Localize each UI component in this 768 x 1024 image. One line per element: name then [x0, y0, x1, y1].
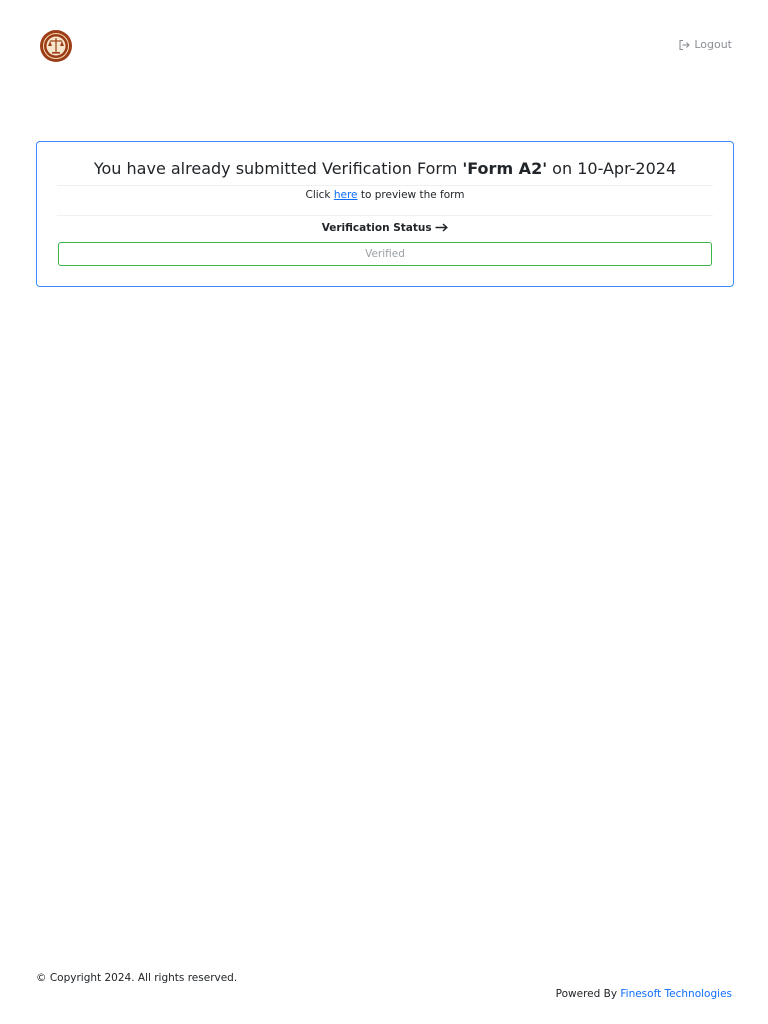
bar-council-logo[interactable] — [40, 30, 72, 62]
powered-prefix: Powered By — [555, 988, 621, 1000]
powered-by: Powered By Finesoft Technologies — [556, 988, 732, 1000]
form-name: 'Form A2' — [462, 159, 548, 178]
brand-name: Bar Council of Delhi — [80, 38, 199, 52]
submission-message: You have already submitted Verification … — [37, 159, 733, 178]
logout-button[interactable]: Logout — [678, 38, 732, 51]
submission-date: 10-Apr-2024 — [577, 159, 677, 178]
message-mid: on — [547, 159, 578, 178]
top-navbar: Bar Council of Delhi Logout — [0, 0, 768, 92]
arrow-right-icon — [435, 223, 449, 232]
finesoft-link[interactable]: Finesoft Technologies — [620, 988, 732, 1000]
status-label-text: Verification Status — [321, 222, 432, 234]
preview-before: Click — [305, 189, 334, 201]
verification-status-label: Verification Status — [37, 222, 733, 234]
verification-card: You have already submitted Verification … — [36, 141, 734, 287]
logout-label: Logout — [694, 38, 732, 51]
divider — [57, 185, 713, 186]
preview-text: Click here to preview the form — [37, 189, 733, 201]
message-prefix: You have already submitted Verification … — [93, 159, 463, 178]
divider — [57, 215, 713, 216]
verification-status-field[interactable] — [58, 242, 712, 266]
copyright-text: © Copyright 2024. All rights reserved. — [36, 972, 238, 984]
logout-icon — [679, 39, 691, 50]
preview-after: to preview the form — [357, 189, 465, 201]
preview-link[interactable]: here — [334, 189, 358, 201]
